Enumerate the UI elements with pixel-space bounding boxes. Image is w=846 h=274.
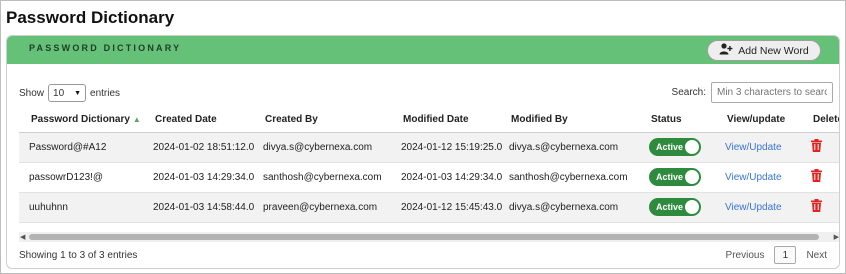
- status-cell: Active: [639, 132, 715, 163]
- delete-cell: [801, 162, 839, 193]
- search-label: Search:: [671, 87, 706, 98]
- delete-cell: [801, 192, 839, 223]
- scroll-right-icon[interactable]: ▶: [834, 233, 839, 241]
- status-cell: Active: [639, 162, 715, 193]
- card-header-title: PASSWORD DICTIONARY: [29, 43, 182, 53]
- card-header: PASSWORD DICTIONARY Add New Word: [7, 36, 839, 64]
- created-by-cell: santhosh@cybernexa.com: [253, 162, 391, 193]
- created-by-cell: divya.s@cybernexa.com: [253, 132, 391, 163]
- table-row: Password@#A12 2024-01-02 18:51:12.0 divy…: [19, 132, 839, 163]
- scroll-left-icon[interactable]: ◀: [20, 233, 25, 241]
- table-container: Password Dictionary ▲ Created Date Create…: [19, 108, 839, 226]
- sort-asc-icon: ▲: [132, 115, 141, 125]
- status-cell: Active: [639, 192, 715, 223]
- trash-icon[interactable]: [811, 139, 822, 155]
- created-date-cell: 2024-01-03 14:58:44.0: [143, 192, 254, 223]
- chevron-down-icon: ▼: [74, 89, 82, 97]
- column-header-delete[interactable]: Delete: [801, 108, 839, 133]
- password-table: Password Dictionary ▲ Created Date Create…: [19, 108, 839, 223]
- page-title: Password Dictionary: [6, 8, 175, 27]
- search-input[interactable]: [711, 82, 833, 103]
- view-update-link[interactable]: View/Update: [725, 172, 782, 183]
- toggle-knob: [685, 140, 699, 154]
- password-cell: Password@#A12: [19, 132, 143, 163]
- search-control: Search:: [672, 82, 833, 103]
- modified-by-cell: divya.s@cybernexa.com: [499, 132, 639, 163]
- add-new-word-label: Add New Word: [738, 44, 809, 57]
- add-new-word-button[interactable]: Add New Word: [707, 40, 821, 61]
- table-header-row: Password Dictionary ▲ Created Date Create…: [19, 108, 839, 133]
- column-header-modified-date[interactable]: Modified Date: [391, 108, 499, 133]
- pagination: Previous 1 Next: [726, 246, 827, 264]
- toggle-knob: [685, 170, 699, 184]
- status-toggle[interactable]: Active: [649, 138, 701, 156]
- horizontal-scrollbar[interactable]: ◀ ▶: [19, 232, 839, 242]
- modified-by-cell: santhosh@cybernexa.com: [499, 162, 639, 193]
- toggle-knob: [685, 200, 699, 214]
- column-header-modified-by[interactable]: Modified By: [499, 108, 639, 133]
- page-size-control: Show 10 ▼ entries: [19, 84, 120, 102]
- created-date-cell: 2024-01-03 14:29:34.0: [143, 162, 254, 193]
- show-label: Show: [19, 87, 45, 99]
- modified-date-cell: 2024-01-12 15:19:25.0: [391, 132, 502, 163]
- page-size-value: 10: [53, 87, 65, 99]
- modified-date-cell: 2024-01-12 15:45:43.0: [391, 192, 502, 223]
- password-cell: uuhuhnn: [19, 192, 143, 223]
- page-button-current[interactable]: 1: [774, 246, 797, 264]
- previous-button[interactable]: Previous: [726, 250, 765, 261]
- column-header-status[interactable]: Status: [639, 108, 715, 133]
- created-by-cell: praveen@cybernexa.com: [253, 192, 391, 223]
- view-update-cell: View/Update: [715, 192, 801, 223]
- status-toggle[interactable]: Active: [649, 198, 701, 216]
- entries-label: entries: [90, 87, 121, 99]
- status-toggle[interactable]: Active: [649, 168, 701, 186]
- table-controls: Show 10 ▼ entries Search:: [19, 81, 833, 103]
- table-row: passowrD123!@ 2024-01-03 14:29:34.0 sant…: [19, 162, 839, 193]
- trash-icon[interactable]: [811, 169, 822, 185]
- password-cell: passowrD123!@: [19, 162, 143, 193]
- view-update-cell: View/Update: [715, 162, 801, 193]
- trash-icon[interactable]: [811, 199, 822, 215]
- password-dictionary-card: PASSWORD DICTIONARY Add New Word Show 10…: [6, 35, 840, 269]
- next-button[interactable]: Next: [806, 250, 827, 261]
- entries-info: Showing 1 to 3 of 3 entries: [19, 250, 138, 261]
- column-header-view-update[interactable]: View/update: [715, 108, 801, 133]
- delete-cell: [801, 132, 839, 163]
- column-header-created-date[interactable]: Created Date: [143, 108, 253, 133]
- page-size-select[interactable]: 10 ▼: [48, 84, 87, 102]
- view-update-link[interactable]: View/Update: [725, 142, 782, 153]
- add-user-icon: [719, 43, 733, 58]
- modified-by-cell: divya.s@cybernexa.com: [499, 192, 639, 223]
- table-row: uuhuhnn 2024-01-03 14:58:44.0 praveen@cy…: [19, 192, 839, 223]
- scroll-thumb[interactable]: [29, 234, 819, 240]
- created-date-cell: 2024-01-02 18:51:12.0: [143, 132, 254, 163]
- view-update-link[interactable]: View/Update: [725, 202, 782, 213]
- modified-date-cell: 2024-01-03 14:29:34.0: [391, 162, 502, 193]
- column-header-created-by[interactable]: Created By: [253, 108, 391, 133]
- view-update-cell: View/Update: [715, 132, 801, 163]
- column-header-password[interactable]: Password Dictionary ▲: [19, 108, 143, 133]
